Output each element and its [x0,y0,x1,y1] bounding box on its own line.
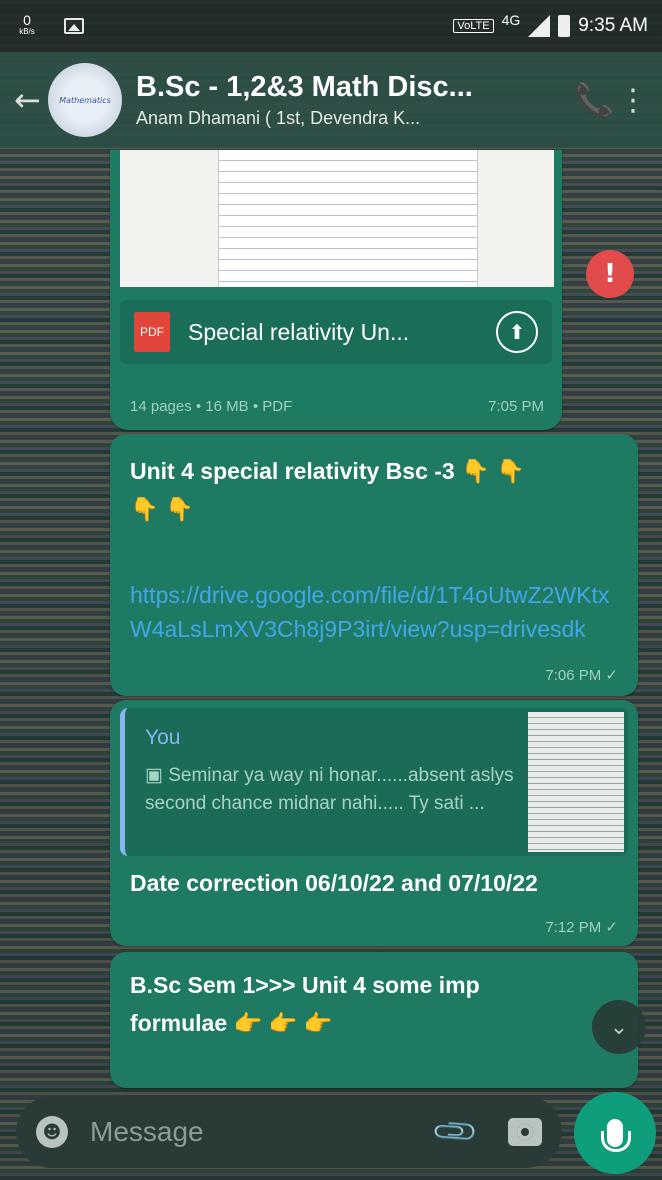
chat-participants: Anam Dhamani ( 1st, Devendra K... [136,108,421,128]
upload-icon[interactable]: ⬆ [496,311,538,353]
more-options-icon[interactable]: ⋮ [618,83,648,118]
chat-message[interactable]: You ▣ Seminar ya way ni honar......absen… [110,700,638,946]
document-file-row[interactable]: PDF Special relativity Un... ⬆ [120,300,552,364]
pdf-icon: PDF [134,312,170,352]
message-text-line: formulae [130,1010,228,1036]
status-right: VoLTE 4G 9:35 AM [453,12,648,37]
quote-thumbnail [528,712,624,852]
pointing-right-emoji: 👉 👉 👉 [233,1010,333,1036]
drive-link[interactable]: https://drive.google.com/file/d/1T4oUtwZ… [130,578,622,646]
message-text: B.Sc Sem 1>>> Unit 4 some imp formulae 👉… [130,966,630,1042]
message-text: Unit 4 special relativity Bsc -3 👇 👇 👇 👇 [130,452,630,528]
camera-icon[interactable] [508,1118,542,1146]
avatar-text: Mathematics [59,95,111,105]
avatar[interactable]: Mathematics [48,63,122,137]
document-preview[interactable] [120,150,554,287]
chat-info[interactable]: B.Sc - 1,2&3 Math Disc... Anam Dhamani (… [136,71,516,129]
document-page-image [218,150,478,287]
volte-badge: VoLTE [453,19,494,33]
document-meta: 14 pages • 16 MB • PDF [130,398,293,415]
chat-message[interactable]: B.Sc Sem 1>>> Unit 4 some imp formulae 👉… [110,952,638,1088]
message-text-line: Unit 4 special relativity Bsc -3 [130,458,455,484]
chat-message[interactable]: Unit 4 special relativity Bsc -3 👇 👇 👇 👇… [110,434,638,696]
message-time: 7:06 PM ✓ [545,667,618,684]
mic-button[interactable] [574,1092,656,1174]
attach-icon[interactable]: 📎 [430,1106,481,1157]
quote-text: ▣ Seminar ya way ni honar......absent as… [145,765,514,814]
message-time: 7:05 PM [488,398,544,415]
pointing-down-emoji: 👇 👇 [461,458,525,484]
net-speed-unit: kB/s [19,27,35,36]
status-bar: 0 kB/s VoLTE 4G 9:35 AM [0,0,662,52]
back-icon[interactable]: ← [14,81,46,119]
signal-icon [528,15,551,37]
battery-icon [558,15,571,37]
network-type: 4G [501,12,521,28]
add-call-icon[interactable]: 📞 [570,81,618,119]
document-message[interactable]: PDF Special relativity Un... ⬆ 14 pages … [110,150,562,430]
chat-title: B.Sc - 1,2&3 Math Disc... [136,71,473,103]
error-alert-icon[interactable]: ! [586,250,634,298]
pointing-down-emoji: 👇 👇 [130,496,194,522]
quote-author: You [145,726,181,749]
scroll-down-icon[interactable]: ⌄ [592,1000,646,1054]
message-time: 7:12 PM ✓ [545,919,618,936]
gallery-icon [64,18,84,34]
clock: 9:35 AM [578,15,648,36]
message-text-line: B.Sc Sem 1>>> Unit 4 some imp [130,972,480,998]
message-composer: ☻ 📎 [16,1096,562,1168]
message-text: Date correction 06/10/22 and 07/10/22 [130,870,538,896]
quoted-reply[interactable]: You ▣ Seminar ya way ni honar......absen… [120,708,628,856]
emoji-icon[interactable]: ☻ [36,1116,68,1148]
document-file-name: Special relativity Un... [188,318,410,345]
mic-icon [601,1119,631,1152]
message-input[interactable] [90,1116,380,1148]
chat-header: ← Mathematics B.Sc - 1,2&3 Math Disc... … [0,52,662,148]
net-speed: 0 kB/s [14,13,40,38]
